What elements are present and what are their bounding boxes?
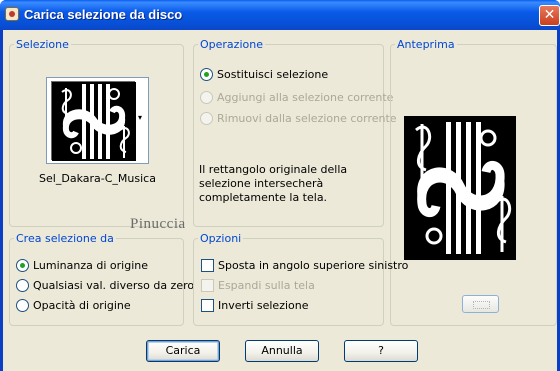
app-icon <box>5 7 19 21</box>
checkbox[interactable] <box>201 279 214 292</box>
dialog-window: Carica selezione da disco ✕ Selezione ▾ … <box>0 0 560 371</box>
checkbox-label: Inverti selezione <box>218 299 309 312</box>
music-preview-icon <box>404 116 516 260</box>
operation-group-title: Operazione <box>198 38 265 51</box>
check-move-top-left[interactable]: Sposta in angolo superiore sinistro <box>201 259 408 272</box>
help-button[interactable]: ? <box>344 340 418 362</box>
radio-add-to-selection[interactable]: Aggiungi alla selezione corrente <box>200 91 393 104</box>
radio-label: Qualsiasi val. diverso da zero <box>33 279 195 292</box>
radio-button[interactable] <box>16 259 29 272</box>
preview-zoom-button[interactable] <box>462 295 499 313</box>
preview-group-title: Anteprima <box>395 38 457 51</box>
checkbox[interactable] <box>201 259 214 272</box>
watermark-text: Pinuccia <box>130 216 186 232</box>
preset-dropdown[interactable]: ▾ <box>46 77 149 164</box>
music-selection-icon <box>52 82 136 161</box>
radio-button[interactable] <box>200 112 213 125</box>
title-bar[interactable]: Carica selezione da disco ✕ <box>0 0 560 30</box>
close-button[interactable]: ✕ <box>539 5 560 26</box>
dialog-body: Selezione ▾ Sel_Dakara-C_Musica Pinuccia… <box>3 30 557 371</box>
check-expand-canvas[interactable]: Espandi sulla tela <box>201 279 315 292</box>
radio-label: Opacità di origine <box>33 299 131 312</box>
check-invert-selection[interactable]: Inverti selezione <box>201 299 309 312</box>
radio-any-nonzero[interactable]: Qualsiasi val. diverso da zero <box>16 279 194 292</box>
create-from-group-title: Crea selezione da <box>14 232 116 245</box>
radio-replace-selection[interactable]: Sostituisci selezione <box>200 68 328 81</box>
radio-label: Rimuovi dalla selezione corrente <box>217 112 397 125</box>
radio-button[interactable] <box>200 91 213 104</box>
cancel-button[interactable]: Annulla <box>245 340 319 362</box>
create-from-group: Crea selezione da Luminanza di origine Q… <box>9 232 194 326</box>
selection-group-title: Selezione <box>14 38 71 51</box>
checkbox[interactable] <box>201 299 214 312</box>
radio-button[interactable] <box>16 279 29 292</box>
selection-group: Selezione ▾ Sel_Dakara-C_Musica <box>9 38 184 227</box>
radio-label: Aggiungi alla selezione corrente <box>217 91 394 104</box>
radio-label: Luminanza di origine <box>33 259 148 272</box>
preset-thumbnail <box>51 81 136 161</box>
checkbox-label: Sposta in angolo superiore sinistro <box>218 259 409 272</box>
operation-info-text: Il rettangolo originale della selezione … <box>199 163 348 204</box>
radio-button[interactable] <box>200 68 213 81</box>
options-group: Opzioni Sposta in angolo superiore sinis… <box>193 232 408 326</box>
options-group-title: Opzioni <box>198 232 244 245</box>
radio-button[interactable] <box>16 299 29 312</box>
radio-remove-from-selection[interactable]: Rimuovi dalla selezione corrente <box>200 112 397 125</box>
preview-image <box>404 116 516 260</box>
radio-source-opacity[interactable]: Opacità di origine <box>16 299 131 312</box>
load-button[interactable]: Carica <box>146 340 220 362</box>
window-title: Carica selezione da disco <box>24 7 183 22</box>
radio-source-luminance[interactable]: Luminanza di origine <box>16 259 148 272</box>
preset-name-label: Sel_Dakara-C_Musica <box>39 172 156 185</box>
radio-label: Sostituisci selezione <box>217 68 329 81</box>
checkbox-label: Espandi sulla tela <box>218 279 315 292</box>
chevron-down-icon[interactable]: ▾ <box>138 114 146 122</box>
